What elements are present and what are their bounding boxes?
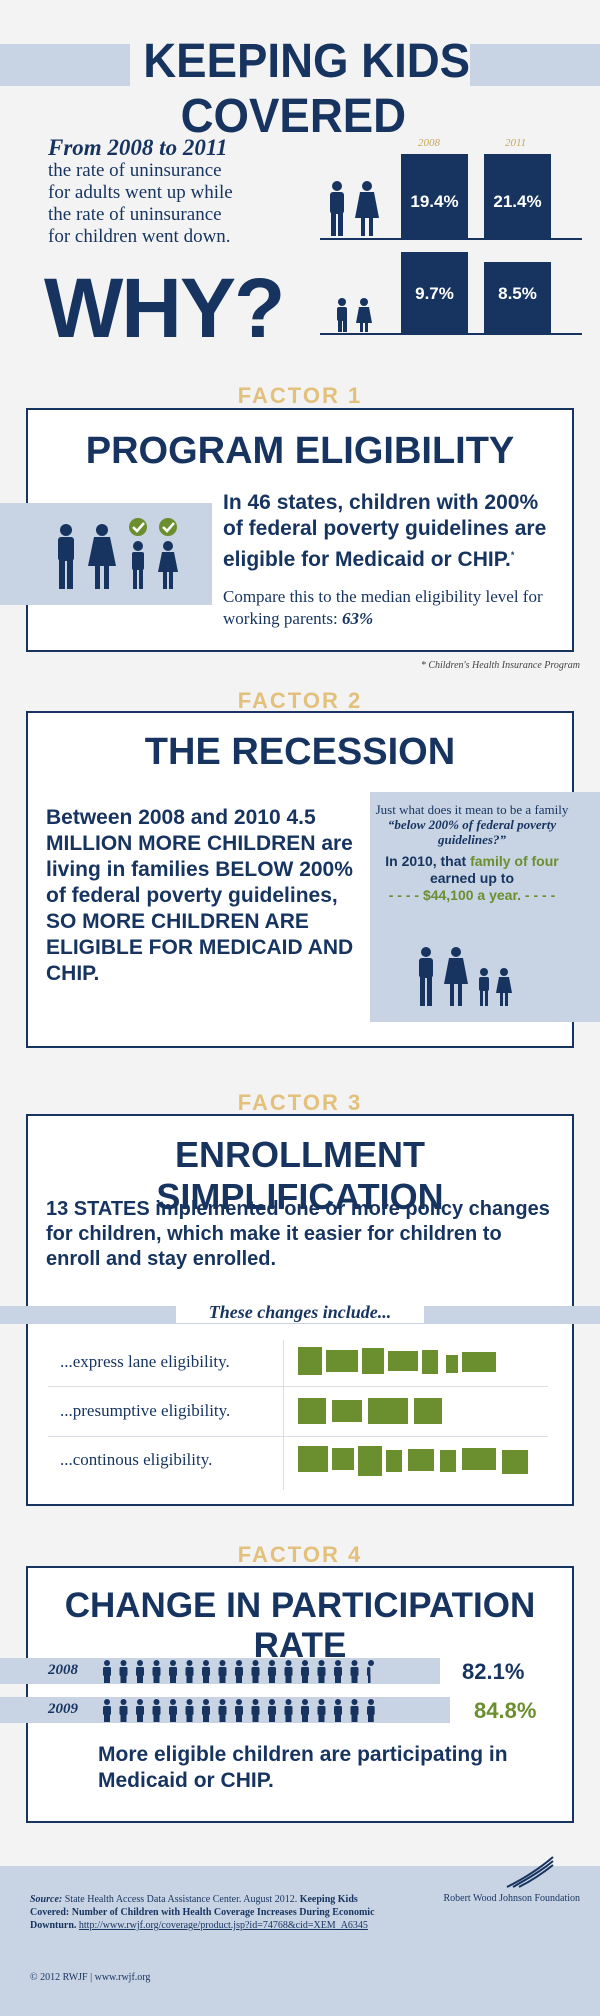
source-citation: Source: State Health Access Data Assista… — [30, 1894, 375, 1931]
child-icon — [350, 1660, 359, 1683]
participation-value-2009: 84.8% — [474, 1698, 537, 1723]
factor1-label: FACTOR 1 — [237, 383, 363, 408]
child-icon — [400, 1699, 408, 1722]
factor1-compare: Compare this to the median eligibility l… — [223, 587, 543, 628]
child-icon — [383, 1699, 392, 1722]
axis-children — [320, 333, 582, 335]
factor1-main-text: In 46 states, children with 200% of fede… — [223, 491, 547, 571]
child-icon — [235, 1660, 243, 1683]
child-icon — [301, 1660, 309, 1683]
child-icon — [251, 1699, 260, 1722]
factor4-title: CHANGE IN PARTICIPATION RATE — [64, 1586, 536, 1665]
change-divider-v — [283, 1340, 284, 1490]
child-icon — [218, 1660, 227, 1683]
bar-adults-2008: 19.4% — [401, 154, 468, 239]
intro-lead: From 2008 to 2011 — [48, 135, 228, 160]
family-of-four-icon — [419, 947, 512, 1006]
factor3-label: FACTOR 3 — [237, 1090, 363, 1115]
adults-icon — [330, 181, 379, 236]
intro-text: the rate of uninsurance for adults went … — [48, 160, 233, 247]
year-label-2011: 2011 — [505, 137, 527, 149]
child-icon — [416, 1699, 425, 1722]
kids-icons-2009 — [103, 1699, 425, 1722]
child-icon — [284, 1699, 293, 1722]
child-icon — [367, 1660, 374, 1683]
factor2-title: THE RECESSION — [144, 731, 456, 773]
child-icon — [119, 1660, 128, 1683]
child-icon — [169, 1660, 177, 1683]
child-icon — [400, 1660, 408, 1683]
child-icon — [284, 1660, 293, 1683]
factor2-body: Between 2008 and 2010 4.5 MILLION MORE C… — [46, 806, 354, 985]
factor3-body: 13 STATES implemented one or more policy… — [46, 1198, 550, 1270]
factor1-title: PROGRAM ELIGIBILITY — [85, 430, 515, 472]
child-icon — [119, 1699, 128, 1722]
change-divider-1 — [48, 1386, 548, 1387]
child-icon — [152, 1660, 161, 1683]
source-link[interactable]: http://www.rwjf.org/coverage/product.jsp… — [79, 1920, 368, 1931]
factor2-side-content: Just what does it mean to be a family “b… — [375, 802, 569, 903]
change-item-continuous: ...continous eligibility. — [60, 1450, 213, 1469]
changes-label: These changes include... — [176, 1302, 424, 1323]
change-item-express: ...express lane eligibility. — [60, 1352, 230, 1371]
factor4-label: FACTOR 4 — [237, 1542, 363, 1567]
change-divider-2 — [48, 1436, 548, 1437]
child-icon — [317, 1660, 326, 1683]
child-icon — [202, 1699, 210, 1722]
axis-adults — [320, 238, 582, 240]
child-icon — [103, 1699, 111, 1722]
participation-value-2008: 82.1% — [462, 1659, 525, 1684]
child-icon — [268, 1660, 276, 1683]
factor4-conclusion: More eligible children are participating… — [98, 1743, 508, 1792]
bar-children-2011: 8.5% — [484, 262, 551, 334]
child-icon — [202, 1660, 210, 1683]
year-label-2008: 2008 — [418, 137, 440, 149]
child-icon — [103, 1660, 111, 1683]
child-icon — [367, 1699, 375, 1722]
child-icon — [416, 1660, 425, 1683]
participation-year-2009: 2009 — [48, 1701, 78, 1717]
child-icon — [235, 1699, 243, 1722]
why-heading: WHY? — [44, 261, 285, 355]
family-check-icon — [58, 518, 178, 589]
bar-adults-2011: 21.4% — [484, 154, 551, 239]
child-icon — [301, 1699, 309, 1722]
child-icon — [317, 1699, 326, 1722]
child-icon — [152, 1699, 161, 1722]
rwjf-logo-icon — [506, 1856, 554, 1888]
child-icon — [185, 1699, 194, 1722]
bar-children-2008: 9.7% — [401, 252, 468, 334]
factor1-footnote: * Children's Health Insurance Program — [420, 660, 580, 671]
children-icon — [337, 298, 372, 332]
change-item-presumptive: ...presumptive eligibility. — [60, 1401, 231, 1420]
kids-icons-2008 — [103, 1660, 425, 1683]
child-icon — [334, 1660, 342, 1683]
participation-year-2008: 2008 — [48, 1662, 78, 1678]
child-icon — [136, 1660, 144, 1683]
child-icon — [218, 1699, 227, 1722]
child-icon — [268, 1699, 276, 1722]
copyright: © 2012 RWJF | www.rwjf.org — [30, 1972, 151, 1983]
child-icon — [334, 1699, 342, 1722]
child-icon — [383, 1660, 392, 1683]
child-icon — [185, 1660, 194, 1683]
child-icon — [136, 1699, 144, 1722]
rwjf-logo-text: Robert Wood Johnson Foundation — [443, 1893, 580, 1904]
child-icon — [169, 1699, 177, 1722]
child-icon — [251, 1660, 260, 1683]
page-title: KEEPING KIDS COVERED — [15, 34, 585, 144]
child-icon — [350, 1699, 359, 1722]
